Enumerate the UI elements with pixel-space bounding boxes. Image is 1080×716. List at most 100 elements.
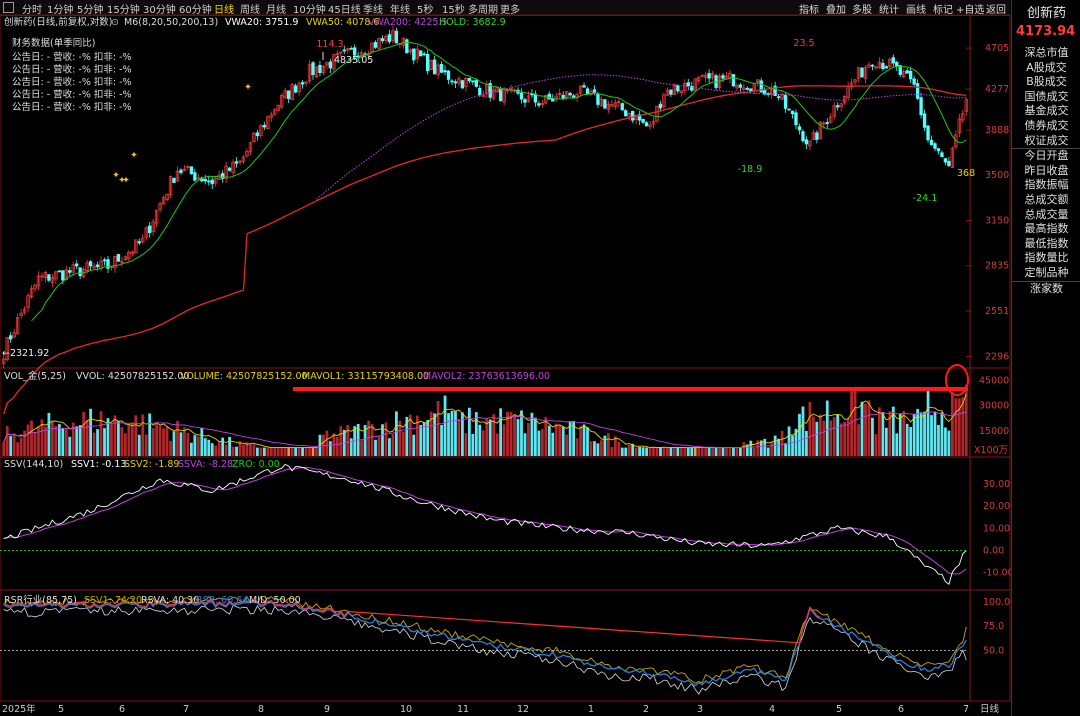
y-tick-label: 10.00 xyxy=(983,523,1010,534)
volume-bar xyxy=(294,447,298,456)
chart-area[interactable]: 47054277388835003150283525512296✦✦✦✦✦114… xyxy=(0,0,1011,716)
x-tick-label: 7 xyxy=(963,704,969,715)
candle-body xyxy=(9,335,13,340)
volume-bar xyxy=(582,424,586,456)
volume-bar xyxy=(436,401,440,456)
volume-bar xyxy=(75,426,79,456)
volume-bar xyxy=(516,419,520,456)
sidebar-stat-item[interactable]: 深总市值 xyxy=(1012,46,1080,61)
candle-body xyxy=(644,122,649,127)
volume-bar xyxy=(700,447,704,456)
ssv-panel-title: SSV(144,10) xyxy=(4,459,63,470)
x-tick-label: 10 xyxy=(400,704,412,715)
sidebar-stat-item[interactable]: 指数振幅 xyxy=(1012,178,1080,193)
volume-bar xyxy=(12,433,16,456)
volume-bar xyxy=(162,428,165,456)
volume-bar xyxy=(176,421,179,456)
x-tick-label: 3 xyxy=(697,704,703,715)
sidebar-stat-item[interactable]: 指数量比 xyxy=(1012,251,1080,266)
sidebar-stat-item[interactable]: A股成交 xyxy=(1012,61,1080,76)
volume-bar xyxy=(853,386,857,456)
volume-bar xyxy=(207,439,211,456)
candle-body xyxy=(582,85,586,88)
candle-body xyxy=(394,30,399,44)
financial-data-title: 财务数据(单季同比) xyxy=(12,37,95,49)
candle-body xyxy=(908,70,913,80)
volume-bar xyxy=(686,447,690,456)
volume-bar xyxy=(603,435,607,456)
sidebar-stat-item[interactable]: 昨日收盘 xyxy=(1012,164,1080,179)
volume-bar xyxy=(457,419,461,456)
hold-label: HOLD: 3682.9 xyxy=(439,17,506,28)
candle-body xyxy=(940,152,944,158)
sidebar-stat-item[interactable]: 涨家数 xyxy=(1012,280,1080,297)
candle-body xyxy=(905,70,909,74)
volume-bar xyxy=(228,436,231,456)
volume-bar xyxy=(395,411,398,456)
volume-bar xyxy=(221,437,225,456)
candle-body xyxy=(422,53,426,56)
volume-bar xyxy=(937,424,940,456)
sidebar-stat-item[interactable]: 债券成交 xyxy=(1012,119,1080,134)
volume-bar xyxy=(422,422,426,456)
candle-body xyxy=(881,63,885,70)
volume-bar xyxy=(301,447,304,456)
candle-body xyxy=(387,34,392,43)
volume-bar xyxy=(721,447,725,456)
x-tick-label: 2 xyxy=(643,704,649,715)
candle-body xyxy=(641,119,645,123)
candle-body xyxy=(603,99,607,109)
volume-bar xyxy=(735,447,739,456)
volume-bar xyxy=(370,424,374,456)
volume-bar xyxy=(158,425,162,456)
sidebar-stat-item[interactable]: 定制品种 xyxy=(1012,266,1080,281)
candle-body xyxy=(450,80,454,83)
sidebar-stat-item[interactable]: 总成交额 xyxy=(1012,193,1080,208)
candle-body xyxy=(328,61,333,69)
x-tick-label: 4 xyxy=(769,704,775,715)
sidebar-stat-item[interactable]: 最高指数 xyxy=(1012,222,1080,237)
volume-bar xyxy=(360,440,364,456)
volume-bar xyxy=(815,421,819,456)
candle-body xyxy=(891,57,895,64)
candle-body xyxy=(551,98,555,102)
ssv2-label: SSV2: -1.89 xyxy=(124,459,179,470)
ma-magenta-line xyxy=(316,74,967,200)
period-label: 日线 xyxy=(980,703,1000,715)
sidebar-stat-item[interactable]: 权证成交 xyxy=(1012,134,1080,149)
sidebar-stat-item[interactable]: 国债成交 xyxy=(1012,90,1080,105)
volume-bar xyxy=(728,447,732,456)
volume-bar xyxy=(502,424,506,456)
volume-bar xyxy=(610,447,614,456)
y-tick-label: 3888 xyxy=(985,125,1009,136)
volume-bar xyxy=(645,447,648,456)
volume-bar xyxy=(54,425,58,456)
sidebar-stat-item[interactable]: B股成交 xyxy=(1012,75,1080,90)
index-price: 4173.94 xyxy=(1016,24,1076,39)
volume-bar xyxy=(624,447,628,456)
sidebar-stat-item[interactable]: 最低指数 xyxy=(1012,237,1080,252)
volume-bar xyxy=(742,442,746,456)
volume-bar xyxy=(283,447,287,456)
sidebar-stat-item[interactable]: 总成交量 xyxy=(1012,208,1080,223)
x-tick-label: 9 xyxy=(324,704,330,715)
index-title: 创新药 xyxy=(1026,6,1066,21)
sidebar-stat-item[interactable]: 今日开盘 xyxy=(1012,148,1080,164)
volume-bar xyxy=(297,447,301,456)
volume-bar xyxy=(916,408,920,456)
volume-bar xyxy=(600,440,603,456)
volume-bar xyxy=(690,447,694,456)
candle-body xyxy=(425,54,430,72)
rsr-panel-title: RSR行业(85,75) xyxy=(4,594,77,606)
volume-bar xyxy=(123,433,127,456)
volume-bar xyxy=(832,417,836,456)
volume-bar xyxy=(825,400,829,456)
volume-bar xyxy=(113,415,117,456)
candle-body xyxy=(373,42,378,48)
sidebar-stat-item[interactable]: 基金成交 xyxy=(1012,104,1080,119)
volume-bar xyxy=(384,422,388,456)
volume-bar xyxy=(78,425,82,456)
volume-bar xyxy=(224,444,228,456)
volume-bar xyxy=(183,427,186,456)
volume-bar xyxy=(19,437,23,456)
